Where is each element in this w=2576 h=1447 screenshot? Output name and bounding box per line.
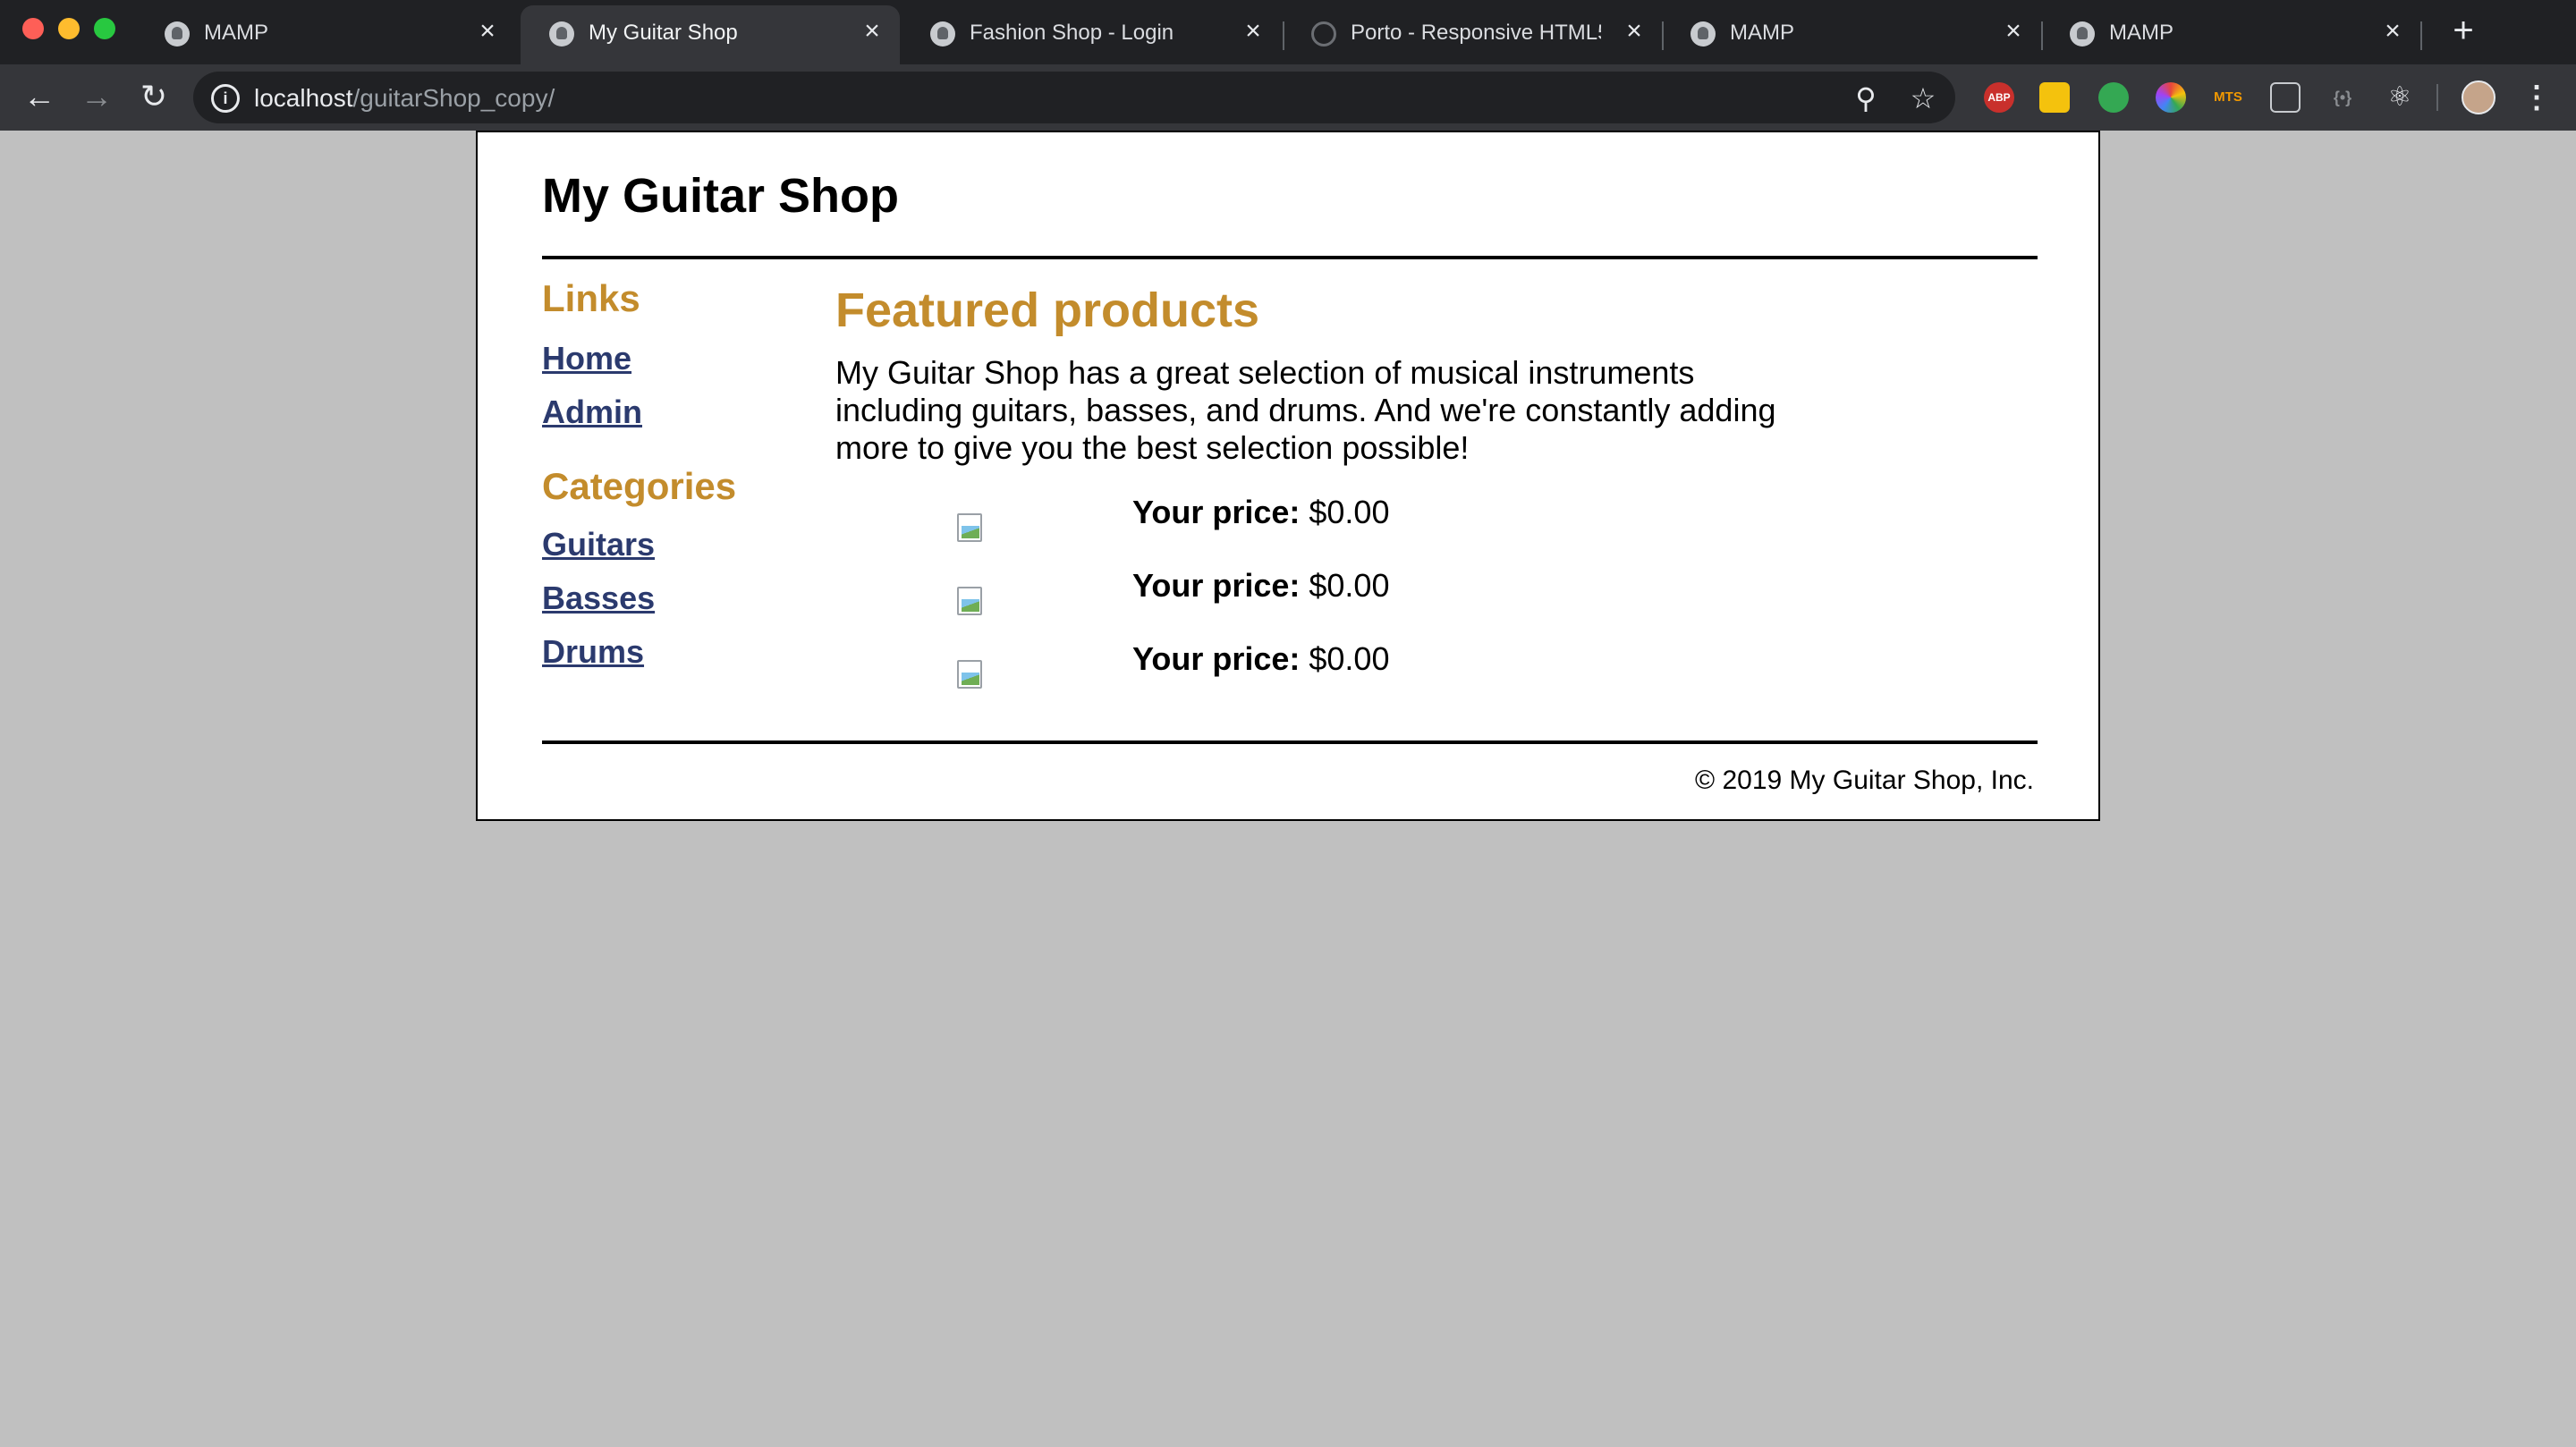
page-viewport: My Guitar Shop Links Home Admin Categori… — [0, 131, 2576, 1447]
header-divider — [542, 256, 2038, 259]
color-wheel-icon[interactable] — [2156, 82, 2186, 113]
zoom-icon[interactable]: ⚲ — [1850, 82, 1882, 114]
mamp-favicon-icon — [1690, 21, 1716, 47]
url-host: localhost — [254, 84, 353, 112]
product-price: Your price: $0.00 — [1132, 567, 1389, 605]
mamp-favicon-icon — [2070, 21, 2095, 47]
tab-porto[interactable]: Porto - Responsive HTML5 × — [1283, 5, 1662, 64]
footer-copyright: © 2019 My Guitar Shop, Inc. — [1695, 766, 2034, 795]
more-menu-icon[interactable]: ⋮ — [2521, 82, 2553, 114]
sidebar-link-home[interactable]: Home — [542, 340, 631, 377]
price-label: Your price: — [1132, 567, 1301, 604]
sidebar-link-guitars[interactable]: Guitars — [542, 526, 655, 563]
close-icon[interactable]: × — [1621, 18, 1648, 45]
product-price: Your price: $0.00 — [1132, 494, 1389, 531]
price-value: $0.00 — [1309, 494, 1390, 530]
tab-title: Porto - Responsive HTML5 — [1351, 21, 1601, 45]
tab-my-guitar-shop[interactable]: My Guitar Shop × — [521, 5, 900, 64]
mts-icon[interactable]: MTS — [2213, 82, 2243, 113]
tab-mamp-2[interactable]: MAMP × — [1662, 5, 2041, 64]
tab-fashion-shop-login[interactable]: Fashion Shop - Login × — [902, 5, 1281, 64]
price-value: $0.00 — [1309, 567, 1390, 604]
mamp-favicon-icon — [165, 21, 190, 47]
tab-mamp-3[interactable]: MAMP × — [2041, 5, 2420, 64]
url-text[interactable]: localhost/guitarShop_copy/ — [254, 84, 555, 113]
sidebar-link-drums[interactable]: Drums — [542, 633, 644, 671]
broken-image-icon[interactable] — [957, 660, 986, 690]
tab-title: Fashion Shop - Login — [970, 21, 1174, 45]
react-devtools-icon[interactable]: ⚛ — [2385, 82, 2415, 113]
price-label: Your price: — [1132, 494, 1301, 530]
extension-yellow-icon[interactable] — [2039, 82, 2070, 113]
toolbar-separator — [2436, 84, 2438, 111]
forward-arrow-icon[interactable]: → — [77, 77, 116, 116]
product-row: Your price: $0.00 — [835, 567, 1640, 621]
extension-green-icon[interactable] — [2098, 82, 2129, 113]
extension-brackets-icon[interactable]: {•} — [2327, 82, 2358, 113]
price-label: Your price: — [1132, 640, 1301, 677]
tab-title: My Guitar Shop — [589, 21, 738, 45]
reload-icon[interactable]: ↻ — [134, 77, 174, 116]
url-path: /guitarShop_copy/ — [352, 84, 555, 112]
close-window-button[interactable] — [22, 18, 44, 39]
product-row: Your price: $0.00 — [835, 640, 1640, 694]
close-icon[interactable]: × — [2379, 18, 2406, 45]
tab-title: MAMP — [1730, 21, 1794, 45]
featured-products-heading: Featured products — [835, 283, 1260, 337]
minimize-window-button[interactable] — [58, 18, 80, 39]
broken-image-icon[interactable] — [957, 513, 986, 544]
close-icon[interactable]: × — [2000, 18, 2027, 45]
product-price: Your price: $0.00 — [1132, 640, 1389, 678]
browser-toolbar: ← → ↻ i localhost/guitarShop_copy/ ⚲ ☆ A… — [0, 64, 2576, 131]
tab-mamp-1[interactable]: MAMP × — [136, 5, 515, 64]
back-arrow-icon[interactable]: ← — [20, 77, 59, 116]
categories-heading: Categories — [542, 465, 737, 507]
extension-glasses-icon[interactable] — [2270, 82, 2301, 113]
footer-divider — [542, 740, 2038, 744]
price-value: $0.00 — [1309, 640, 1390, 677]
zoom-window-button[interactable] — [94, 18, 115, 39]
tab-separator — [2420, 21, 2422, 50]
address-bar[interactable]: i localhost/guitarShop_copy/ ⚲ ☆ — [193, 72, 1955, 123]
close-icon[interactable]: × — [859, 18, 886, 45]
product-row: Your price: $0.00 — [835, 494, 1640, 547]
porto-favicon-icon — [1311, 21, 1336, 47]
tab-strip: MAMP × My Guitar Shop × Fashion Shop - L… — [0, 0, 2576, 64]
close-icon[interactable]: × — [1240, 18, 1267, 45]
new-tab-button[interactable]: + — [2445, 13, 2481, 48]
mamp-favicon-icon — [549, 21, 574, 47]
intro-paragraph: My Guitar Shop has a great selection of … — [835, 354, 1776, 466]
sidebar-link-basses[interactable]: Basses — [542, 580, 655, 617]
links-heading: Links — [542, 277, 640, 319]
broken-image-icon[interactable] — [957, 587, 986, 617]
tab-title: MAMP — [204, 21, 268, 45]
tab-title: MAMP — [2109, 21, 2174, 45]
close-icon[interactable]: × — [474, 18, 501, 45]
site-info-icon[interactable]: i — [211, 84, 240, 113]
profile-avatar[interactable] — [2462, 80, 2496, 114]
site-title: My Guitar Shop — [542, 169, 900, 223]
mamp-favicon-icon — [930, 21, 955, 47]
bookmark-star-icon[interactable]: ☆ — [1907, 82, 1939, 114]
adblock-plus-icon[interactable]: ABP — [1984, 82, 2014, 113]
page-container: My Guitar Shop Links Home Admin Categori… — [476, 131, 2100, 821]
sidebar-link-admin[interactable]: Admin — [542, 393, 642, 431]
